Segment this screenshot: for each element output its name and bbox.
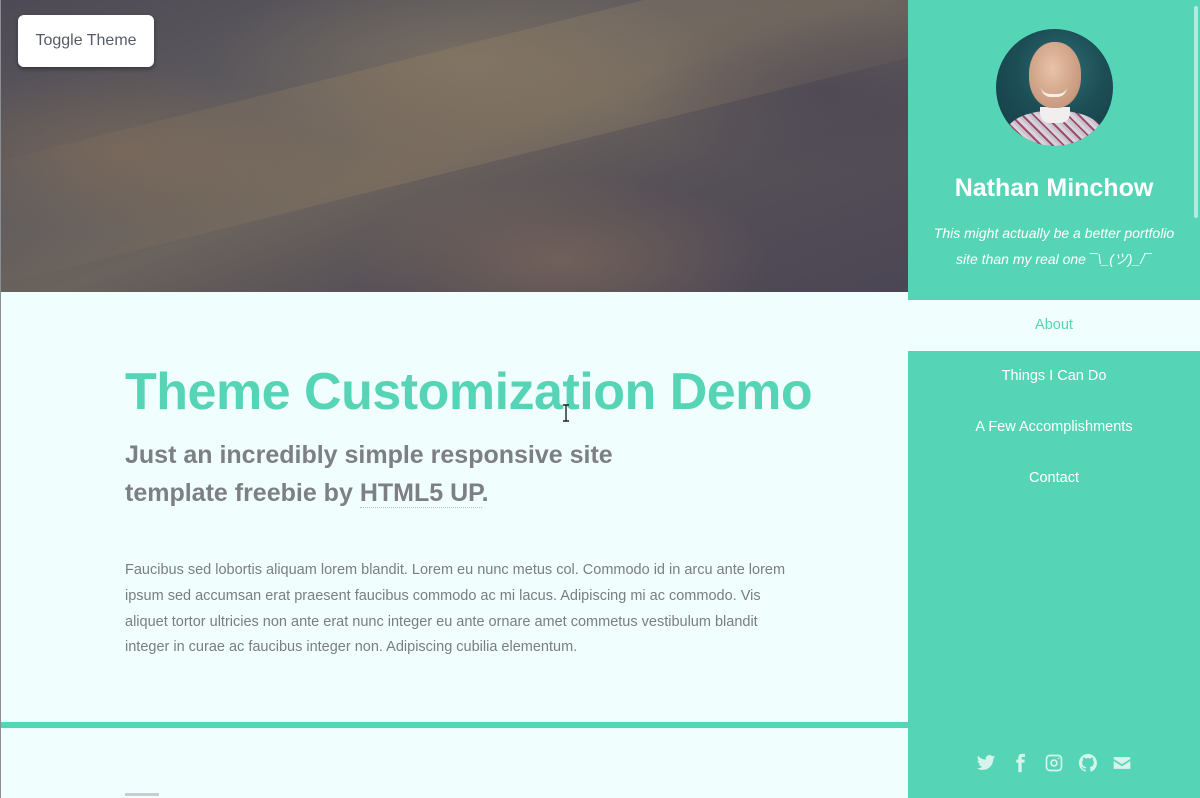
nav-item-accomplishments[interactable]: A Few Accomplishments [908, 402, 1200, 453]
email-icon[interactable] [1112, 752, 1132, 774]
github-icon[interactable] [1078, 752, 1098, 774]
nav-item-about[interactable]: About [908, 300, 1200, 351]
avatar [996, 29, 1113, 146]
html5up-link[interactable]: HTML5 UP [359, 479, 482, 508]
intro-section: Theme Customization Demo Just an incredi… [125, 360, 813, 661]
nav-item-things-i-can-do[interactable]: Things I Can Do [908, 351, 1200, 402]
toggle-theme-button[interactable]: Toggle Theme [18, 15, 154, 67]
section-divider [1, 722, 908, 728]
sidebar: Nathan Minchow This might actually be a … [908, 0, 1200, 798]
instagram-icon[interactable] [1044, 752, 1064, 774]
main-content: Toggle Theme Theme Customization Demo Ju… [0, 0, 908, 798]
page-title: Theme Customization Demo [125, 363, 813, 421]
next-section-heading [125, 790, 165, 798]
sidebar-nav: About Things I Can Do A Few Accomplishme… [908, 300, 1200, 504]
text-cursor-icon [563, 404, 569, 422]
intro-paragraph: Faucibus sed lobortis aliquam lorem blan… [125, 562, 786, 656]
nav-item-contact[interactable]: Contact [908, 453, 1200, 504]
profile-name: Nathan Minchow [954, 174, 1154, 202]
twitter-icon[interactable] [976, 752, 996, 774]
facebook-icon[interactable] [1010, 752, 1030, 774]
profile-tagline: This might actually be a better portfoli… [933, 225, 1175, 267]
social-links [908, 752, 1200, 774]
subtitle-suffix: . [481, 479, 489, 507]
page-subtitle: Just an incredibly simple responsive sit… [125, 436, 625, 512]
